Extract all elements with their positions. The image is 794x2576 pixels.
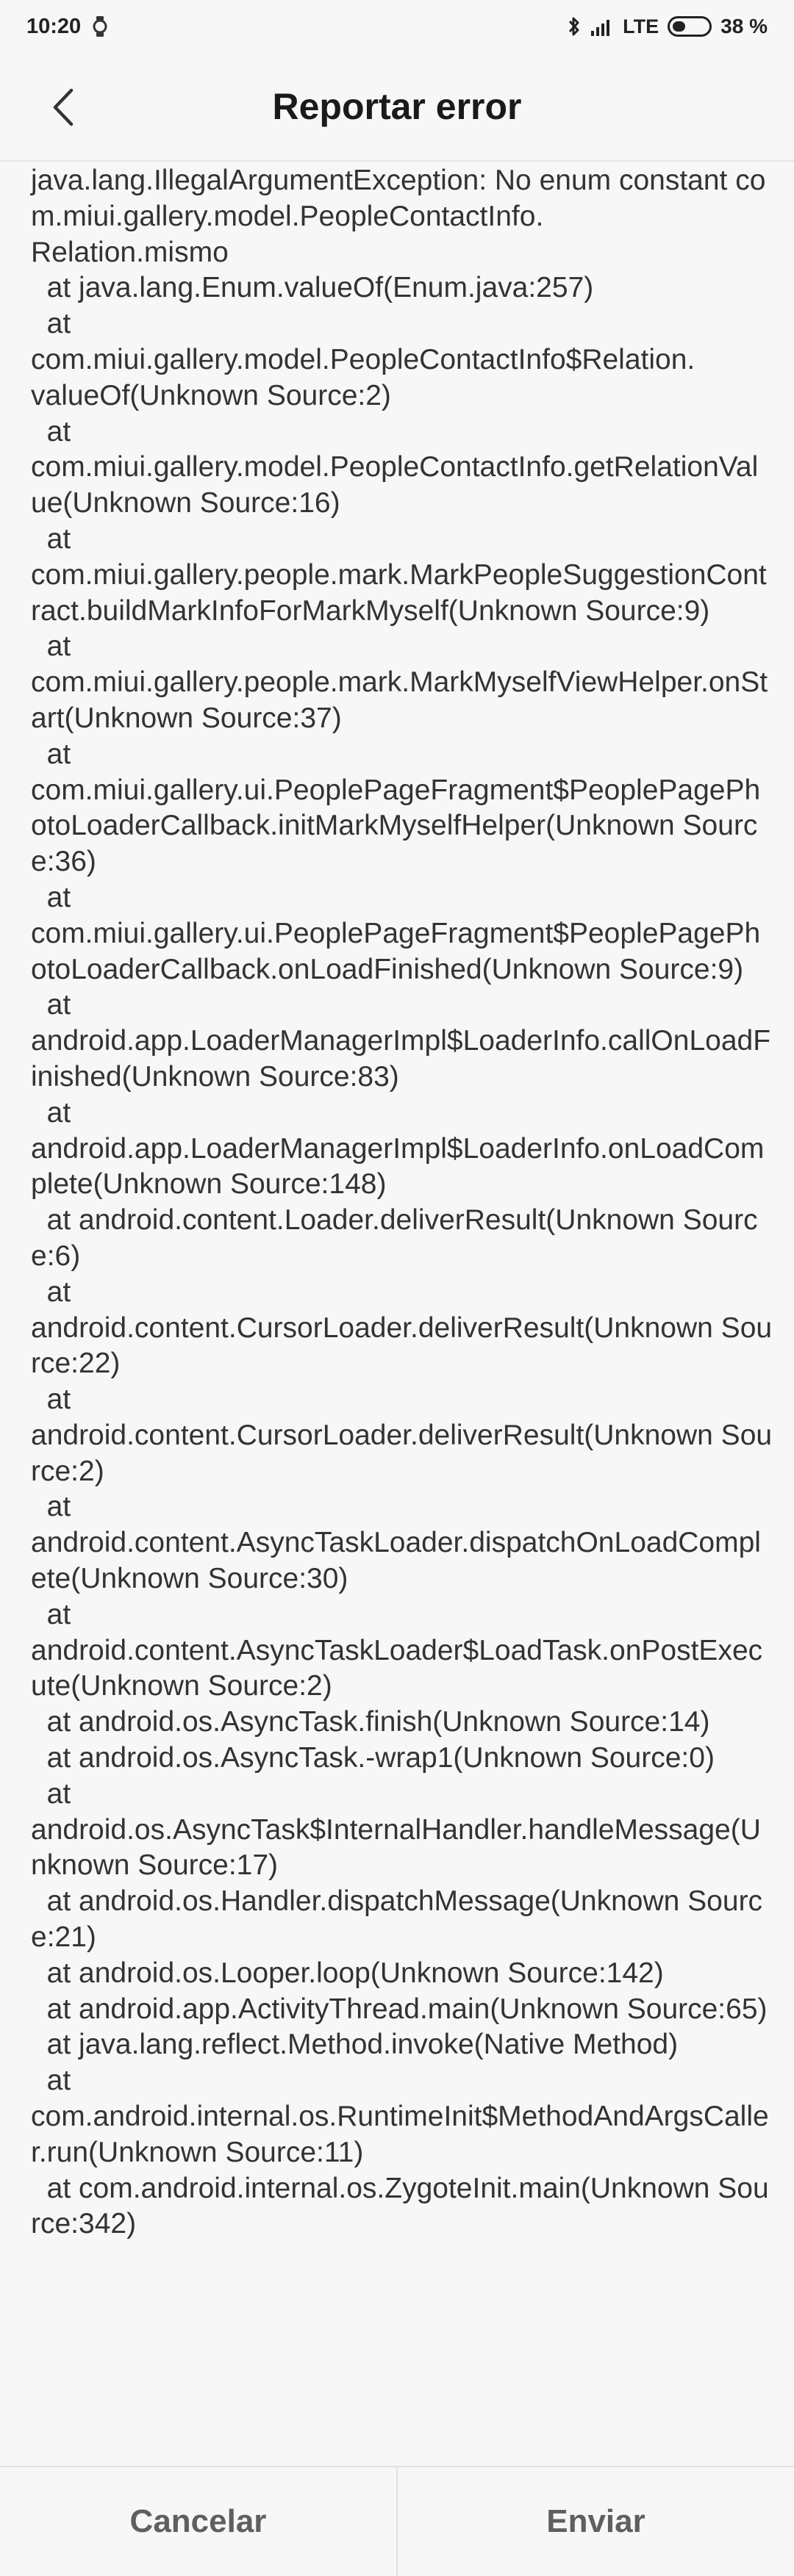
cancel-button[interactable]: Cancelar bbox=[0, 2467, 396, 2576]
status-left: 10:20 bbox=[26, 15, 109, 39]
battery-icon bbox=[668, 16, 712, 37]
battery-percent: 38 % bbox=[720, 15, 768, 37]
bluetooth-icon bbox=[567, 15, 582, 37]
network-type: LTE bbox=[623, 15, 659, 37]
status-time: 10:20 bbox=[26, 14, 82, 38]
chevron-left-icon bbox=[53, 88, 74, 126]
back-button[interactable] bbox=[41, 79, 85, 135]
error-stacktrace: java.lang.IllegalArgumentException: No e… bbox=[31, 165, 773, 2240]
send-button[interactable]: Enviar bbox=[398, 2467, 794, 2576]
status-right: LTE 38 % bbox=[567, 15, 768, 38]
page-title: Reportar error bbox=[272, 86, 522, 127]
signal-icon bbox=[590, 16, 614, 37]
status-bar: 10:20 LTE 38 % bbox=[0, 0, 794, 53]
action-bar: Cancelar Enviar bbox=[0, 2466, 794, 2576]
watch-icon bbox=[91, 15, 109, 37]
battery-fill bbox=[673, 21, 686, 32]
header: Reportar error bbox=[0, 53, 794, 162]
